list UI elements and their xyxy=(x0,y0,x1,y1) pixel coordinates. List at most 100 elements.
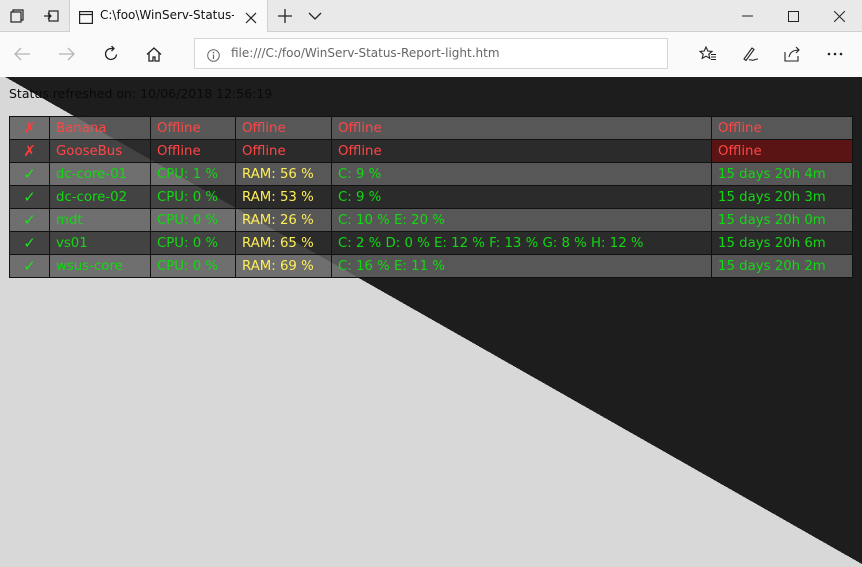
back-arrow-icon[interactable] xyxy=(6,38,38,70)
server-name-cell: Banana xyxy=(49,116,151,140)
cross-icon-cell: ✗ xyxy=(9,116,50,140)
set-aside-tabs-icon[interactable] xyxy=(34,0,68,32)
ram-usage: RAM: 56 % xyxy=(242,166,314,182)
forward-arrow-icon[interactable] xyxy=(51,38,83,70)
home-icon[interactable] xyxy=(138,38,170,70)
info-icon[interactable] xyxy=(207,47,220,66)
ram-usage: RAM: 26 % xyxy=(242,212,314,228)
close-icon[interactable] xyxy=(245,9,257,28)
cpu-usage-cell: CPU: 0 % xyxy=(150,231,236,255)
ram-usage: Offline xyxy=(242,120,286,136)
cpu-usage-cell: CPU: 0 % xyxy=(150,208,236,232)
page-icon xyxy=(79,9,94,28)
cpu-usage: CPU: 0 % xyxy=(157,258,219,274)
uptime: Offline xyxy=(718,120,762,136)
disk-usage-cell: Offline xyxy=(331,139,712,163)
disk-usage: C: 2 % D: 0 % E: 12 % F: 13 % G: 8 % H: … xyxy=(338,235,644,251)
uptime: 15 days 20h 2m xyxy=(718,258,826,274)
cpu-usage: CPU: 1 % xyxy=(157,166,219,182)
cpu-usage: Offline xyxy=(157,143,201,159)
ram-usage: RAM: 65 % xyxy=(242,235,314,251)
check-icon: ✓ xyxy=(23,211,36,229)
title-bar: C:\foo\WinServ-Status-R xyxy=(0,0,862,33)
cpu-usage: CPU: 0 % xyxy=(157,189,219,205)
ram-usage-cell: RAM: 56 % xyxy=(235,162,332,186)
disk-usage: Offline xyxy=(338,120,382,136)
disk-usage: Offline xyxy=(338,143,382,159)
server-row: ✓ vs01 CPU: 0 % RAM: 65 % C: 2 % D: 0 % E: 1… xyxy=(9,231,853,255)
server-row: ✗ Banana Offline Offline Offline Offline xyxy=(9,116,853,140)
address-text[interactable]: file:///C:/foo/WinServ-Status-Report-lig… xyxy=(231,46,500,60)
server-status-table: ✗ Banana Offline Offline Offline Offline ✗ Goos… xyxy=(9,116,853,278)
navigation-bar: file:///C:/foo/WinServ-Status-Report-lig… xyxy=(0,32,862,77)
pen-icon[interactable] xyxy=(734,38,766,70)
more-icon[interactable] xyxy=(819,38,851,70)
disk-usage-cell: C: 9 % xyxy=(331,162,712,186)
server-row: ✓ wsus-core CPU: 0 % RAM: 69 % C: 16 % E: 11… xyxy=(9,254,853,278)
close-window-icon[interactable] xyxy=(816,0,862,32)
uptime: 15 days 20h 4m xyxy=(718,166,826,182)
ram-usage-cell: RAM: 26 % xyxy=(235,208,332,232)
check-icon-cell: ✓ xyxy=(9,231,50,255)
uptime-cell: 15 days 20h 4m xyxy=(711,162,853,186)
cross-icon: ✗ xyxy=(23,119,36,137)
check-icon: ✓ xyxy=(23,234,36,252)
share-icon[interactable] xyxy=(777,38,809,70)
check-icon-cell: ✓ xyxy=(9,162,50,186)
disk-usage-cell: C: 10 % E: 20 % xyxy=(331,208,712,232)
disk-usage-cell: Offline xyxy=(331,116,712,140)
cpu-usage: CPU: 0 % xyxy=(157,212,219,228)
ram-usage: RAM: 69 % xyxy=(242,258,314,274)
server-row: ✓ dc-core-01 CPU: 1 % RAM: 56 % C: 9 % 15 day… xyxy=(9,162,853,186)
server-name-cell: vs01 xyxy=(49,231,151,255)
page-content: Status refreshed on: 10/06/2018 12:56:19… xyxy=(0,77,862,567)
chevron-down-icon[interactable] xyxy=(300,0,330,32)
uptime-cell: 15 days 20h 3m xyxy=(711,185,853,209)
uptime-cell: Offline xyxy=(711,116,853,140)
maximize-icon[interactable] xyxy=(770,0,816,32)
server-name: Banana xyxy=(56,120,107,136)
ram-usage: RAM: 53 % xyxy=(242,189,314,205)
ram-usage: Offline xyxy=(242,143,286,159)
disk-usage: C: 9 % xyxy=(338,189,382,205)
check-icon: ✓ xyxy=(23,165,36,183)
server-name: wsus-core xyxy=(56,258,123,274)
cpu-usage-cell: Offline xyxy=(150,116,236,140)
disk-usage-cell: C: 16 % E: 11 % xyxy=(331,254,712,278)
minimize-icon[interactable] xyxy=(724,0,770,32)
uptime-cell: Offline xyxy=(711,139,853,163)
ram-usage-cell: Offline xyxy=(235,139,332,163)
disk-usage-cell: C: 9 % xyxy=(331,185,712,209)
tab-manager-icon[interactable] xyxy=(0,0,34,32)
check-icon-cell: ✓ xyxy=(9,185,50,209)
ram-usage-cell: Offline xyxy=(235,116,332,140)
server-row: ✗ GooseBus Offline Offline Offline Offline xyxy=(9,139,853,163)
plus-icon[interactable] xyxy=(270,0,300,32)
check-icon-cell: ✓ xyxy=(9,208,50,232)
server-name-cell: dc-core-02 xyxy=(49,185,151,209)
check-icon: ✓ xyxy=(23,188,36,206)
favorites-icon[interactable] xyxy=(692,38,724,70)
status-refreshed-label: Status refreshed on: 10/06/2018 12:56:19 xyxy=(9,86,273,101)
server-name-cell: dc-core-01 xyxy=(49,162,151,186)
ram-usage-cell: RAM: 53 % xyxy=(235,185,332,209)
uptime-cell: 15 days 20h 6m xyxy=(711,231,853,255)
refresh-icon[interactable] xyxy=(95,38,127,70)
cpu-usage-cell: CPU: 1 % xyxy=(150,162,236,186)
server-row: ✓ dc-core-02 CPU: 0 % RAM: 53 % C: 9 % 15 day… xyxy=(9,185,853,209)
ram-usage-cell: RAM: 65 % xyxy=(235,231,332,255)
ram-usage-cell: RAM: 69 % xyxy=(235,254,332,278)
disk-usage: C: 10 % E: 20 % xyxy=(338,212,445,228)
tab-title: C:\foo\WinServ-Status-R xyxy=(100,8,234,22)
browser-tab[interactable]: C:\foo\WinServ-Status-R xyxy=(69,0,268,33)
address-bar[interactable]: file:///C:/foo/WinServ-Status-Report-lig… xyxy=(194,38,668,69)
check-icon-cell: ✓ xyxy=(9,254,50,278)
server-name: GooseBus xyxy=(56,143,123,159)
disk-usage-cell: C: 2 % D: 0 % E: 12 % F: 13 % G: 8 % H: … xyxy=(331,231,712,255)
server-name: dc-core-02 xyxy=(56,189,128,205)
server-name-cell: GooseBus xyxy=(49,139,151,163)
cpu-usage-cell: Offline xyxy=(150,139,236,163)
uptime: Offline xyxy=(718,143,762,159)
cpu-usage: CPU: 0 % xyxy=(157,235,219,251)
server-name: dc-core-01 xyxy=(56,166,128,182)
